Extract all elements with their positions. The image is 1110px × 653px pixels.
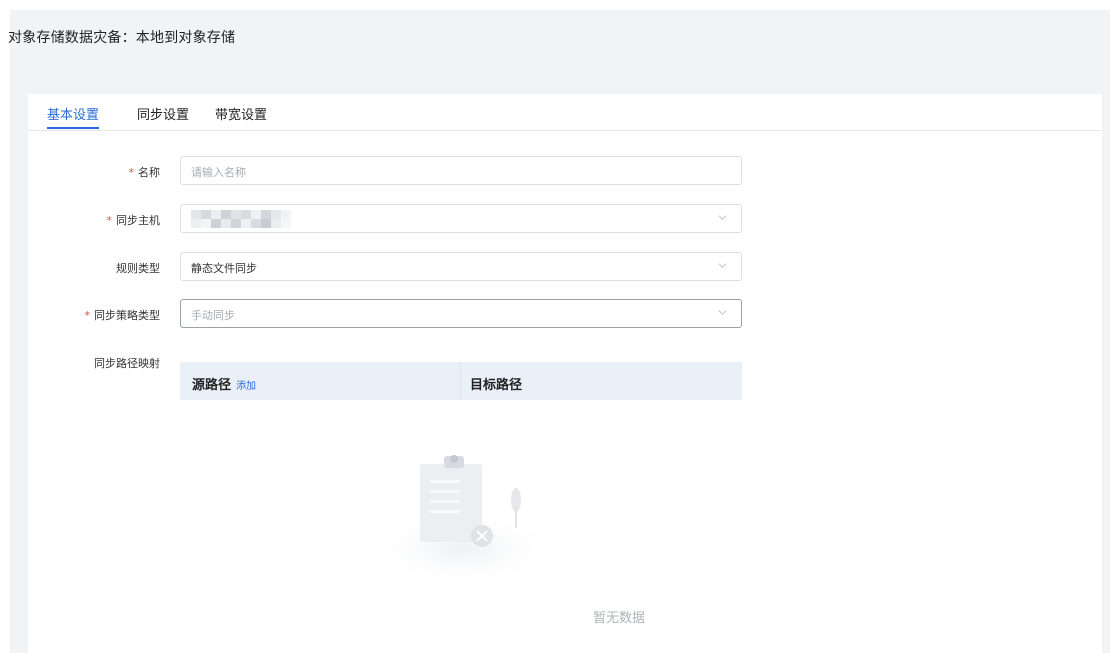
name-label: * 名称 <box>128 166 161 179</box>
host-select[interactable] <box>180 204 742 233</box>
required-mark: * <box>84 309 91 322</box>
empty-data-illustration <box>363 455 563 584</box>
rule-type-label: 规则类型 <box>116 262 160 275</box>
required-mark: * <box>128 166 135 179</box>
path-mapping-table-header: 源路径 添加 目标路径 <box>180 362 742 400</box>
source-path-column: 源路径 添加 <box>192 378 257 393</box>
path-mapping-label: 同步路径映射 <box>94 357 160 370</box>
tab-sync-settings[interactable]: 同步设置 <box>137 104 189 123</box>
rule-type-select[interactable]: 静态文件同步 <box>180 252 742 281</box>
name-input[interactable]: 请输入名称 <box>180 156 742 185</box>
host-label: * 同步主机 <box>106 214 161 227</box>
chevron-down-icon <box>718 310 727 315</box>
required-mark: * <box>106 214 113 227</box>
add-path-link[interactable]: 添加 <box>236 381 256 392</box>
rule-type-value: 静态文件同步 <box>191 262 257 275</box>
tab-basic-settings[interactable]: 基本设置 <box>47 104 99 123</box>
strategy-type-select[interactable]: 手动同步 <box>180 299 742 328</box>
strategy-type-label: * 同步策略类型 <box>84 309 161 322</box>
name-input-placeholder: 请输入名称 <box>191 166 246 179</box>
main-card: 基本设置 同步设置 带宽设置 * 名称 请输入名称 * 同步主机 规则类型 静态… <box>28 94 1102 653</box>
chevron-down-icon <box>718 215 727 220</box>
redacted-host-value <box>191 210 291 228</box>
target-path-column: 目标路径 <box>470 378 523 393</box>
column-divider <box>460 362 461 400</box>
tab-bar: 基本设置 同步设置 带宽设置 <box>28 94 1102 131</box>
empty-state-text: 暂无数据 <box>592 611 645 626</box>
page-title: 对象存储数据灾备：本地到对象存储 <box>8 30 236 46</box>
strategy-type-value: 手动同步 <box>191 309 235 322</box>
active-tab-indicator <box>47 127 99 129</box>
chevron-down-icon <box>718 263 727 268</box>
tab-bandwidth-settings[interactable]: 带宽设置 <box>215 104 267 123</box>
